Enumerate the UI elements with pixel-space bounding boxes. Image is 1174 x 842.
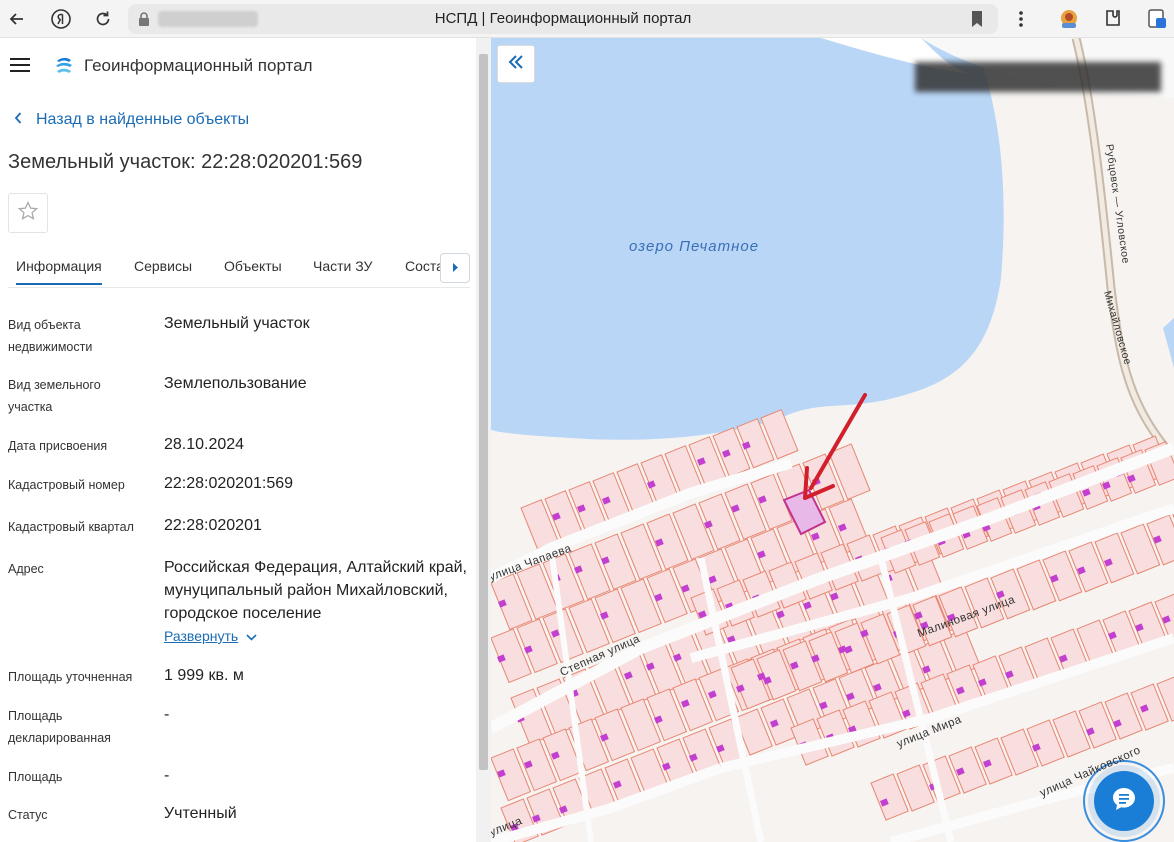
label-cadastral-number: Кадастровый номер (8, 478, 125, 492)
label-assignment-date: Дата присвоения (8, 439, 108, 453)
value-property-type: Земельный участок (164, 315, 310, 332)
chevron-down-icon (246, 628, 257, 644)
back-link-label: Назад в найденные объекты (36, 111, 250, 128)
reload-icon[interactable] (90, 6, 116, 32)
star-icon (17, 200, 39, 226)
double-chevron-left-icon (508, 54, 524, 74)
lake-label: озеро Печатное (629, 238, 760, 255)
label-property-type: Вид объекта недвижимости (8, 318, 93, 354)
bookmark-icon[interactable] (970, 10, 984, 33)
tab-objects[interactable]: Объекты (224, 258, 282, 274)
collapse-panel-button[interactable] (497, 45, 535, 83)
hamburger-menu-icon[interactable] (10, 57, 30, 73)
object-info-panel: Геоинформационный портал Назад в найденн… (0, 38, 476, 842)
extensions-icon[interactable] (1100, 6, 1126, 32)
page-title: НСПД | Геоинформационный портал (434, 10, 692, 27)
expand-label: Развернуть (164, 628, 239, 644)
chat-button[interactable] (1094, 771, 1154, 831)
map-view[interactable]: озеро Печатное улица Чапаева Степная ули… (491, 38, 1174, 842)
chat-icon (1110, 785, 1138, 818)
favorite-button[interactable] (8, 193, 48, 233)
tabs-scroll-right-button[interactable] (440, 253, 470, 283)
object-title: Земельный участок: 22:28:020201:569 (8, 151, 363, 173)
label-area: Площадь (8, 770, 63, 784)
extension-doc-icon[interactable] (1144, 6, 1170, 32)
portal-logo-icon[interactable] (53, 55, 75, 77)
label-status: Статус (8, 808, 48, 822)
value-land-type: Землепользование (164, 375, 307, 392)
tab-services[interactable]: Сервисы (134, 258, 192, 274)
value-area: - (164, 767, 170, 784)
extension-avatar-icon[interactable] (1056, 6, 1082, 32)
value-assignment-date: 28.10.2024 (164, 436, 245, 453)
tab-bar: Информация Сервисы Объекты Части ЗУ Сост… (8, 250, 470, 288)
panel-scrollbar[interactable] (476, 38, 491, 842)
scrollbar-thumb[interactable] (479, 54, 488, 770)
chevron-left-icon (14, 111, 22, 129)
label-declared-area: Площадь декларированная (8, 709, 111, 745)
label-land-type: Вид земельного участка (8, 378, 101, 414)
browser-toolbar: НСПД | Геоинформационный портал (0, 0, 1174, 38)
expand-address-link[interactable]: Развернуть (164, 628, 257, 644)
value-address: Российская Федерация, Алтайский край, му… (164, 559, 467, 622)
value-declared-area: - (164, 706, 170, 723)
label-specified-area: Площадь уточненная (8, 670, 133, 684)
tab-composition[interactable]: Соста (405, 258, 443, 274)
value-specified-area: 1 999 кв. м (164, 667, 244, 684)
tab-land-parts[interactable]: Части ЗУ (313, 258, 372, 274)
tab-information[interactable]: Информация (16, 258, 102, 285)
label-address: Адрес (8, 562, 44, 576)
back-to-results-link[interactable]: Назад в найденные объекты (14, 111, 249, 129)
value-status: Учтенный (164, 805, 237, 822)
caret-right-icon (452, 259, 458, 277)
map-canvas[interactable] (491, 38, 1174, 842)
value-cadastral-quarter: 22:28:020201 (164, 517, 262, 534)
yandex-icon[interactable] (48, 6, 74, 32)
value-cadastral-number: 22:28:020201:569 (164, 475, 294, 492)
label-cadastral-quarter: Кадастровый квартал (8, 520, 134, 534)
blurred-overlay (915, 62, 1161, 92)
portal-name[interactable]: Геоинформационный портал (84, 56, 313, 76)
back-arrow-icon[interactable] (4, 6, 30, 32)
address-bar[interactable]: НСПД | Геоинформационный портал (128, 4, 998, 34)
more-icon[interactable] (1008, 6, 1034, 32)
